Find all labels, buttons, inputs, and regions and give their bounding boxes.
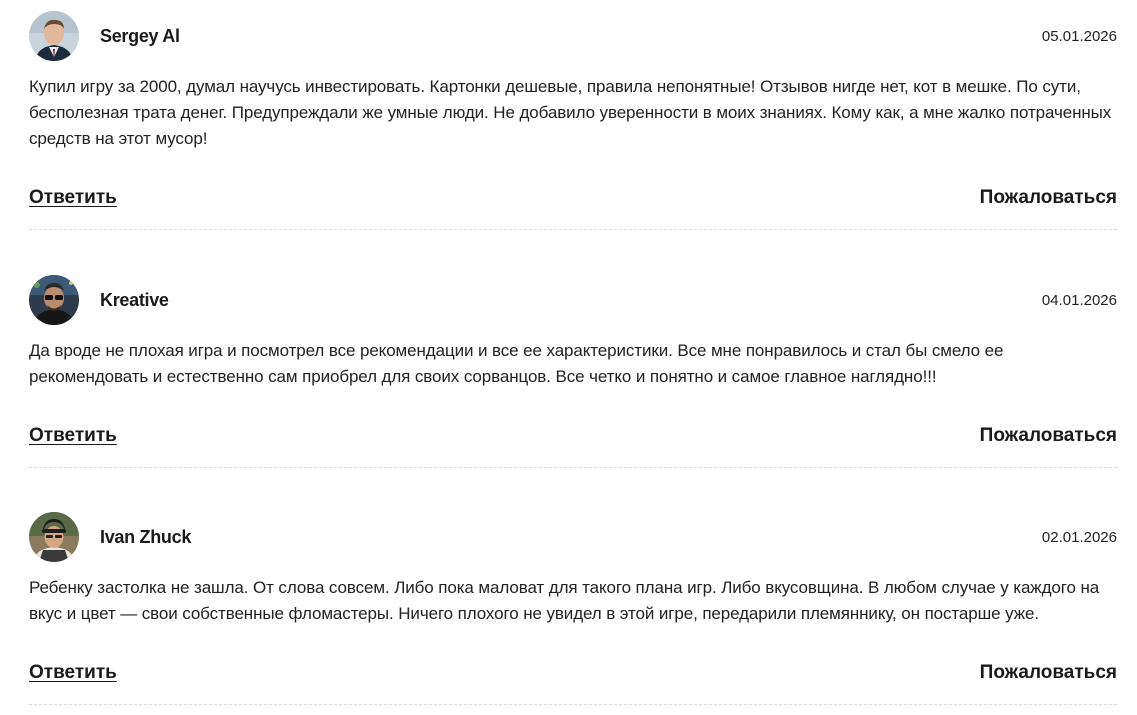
user-avatar[interactable] bbox=[29, 275, 79, 325]
review-header: Kreative 04.01.2026 bbox=[29, 275, 1117, 325]
user-avatar-photo-icon bbox=[29, 275, 79, 325]
review-date: 05.01.2026 bbox=[1041, 28, 1117, 45]
user-avatar-photo-icon bbox=[29, 11, 79, 61]
review-actions: Ответить Пожаловаться bbox=[29, 424, 1117, 448]
review-divider bbox=[29, 229, 1117, 230]
reply-link[interactable]: Ответить bbox=[29, 424, 117, 448]
user-avatar[interactable] bbox=[29, 11, 79, 61]
review-text: Купил игру за 2000, думал научусь инвест… bbox=[29, 77, 1112, 148]
reply-link[interactable]: Ответить bbox=[29, 186, 117, 210]
review-date: 04.01.2026 bbox=[1041, 292, 1117, 309]
review-item: Ivan Zhuck 02.01.2026 Ребенку застолка н… bbox=[29, 512, 1117, 707]
report-link[interactable]: Пожаловаться bbox=[980, 186, 1117, 210]
review-author: Ivan Zhuck bbox=[100, 527, 192, 547]
reply-link[interactable]: Ответить bbox=[29, 661, 117, 685]
review-header: Sergey Al 05.01.2026 bbox=[29, 11, 1117, 61]
review-header: Ivan Zhuck 02.01.2026 bbox=[29, 512, 1117, 562]
report-link[interactable]: Пожаловаться bbox=[980, 661, 1117, 685]
review-text: Да вроде не плохая игра и посмотрел все … bbox=[29, 341, 1004, 386]
user-avatar[interactable] bbox=[29, 512, 79, 562]
report-link[interactable]: Пожаловаться bbox=[980, 424, 1117, 448]
review-actions: Ответить Пожаловаться bbox=[29, 661, 1117, 685]
review-divider bbox=[29, 704, 1117, 705]
review-item: Sergey Al 05.01.2026 Купил игру за 2000,… bbox=[29, 11, 1117, 231]
review-actions: Ответить Пожаловаться bbox=[29, 186, 1117, 210]
review-item: Kreative 04.01.2026 Да вроде не плохая и… bbox=[29, 275, 1117, 470]
review-date: 02.01.2026 bbox=[1041, 529, 1117, 546]
review-text: Ребенку застолка не зашла. От слова совс… bbox=[29, 578, 1100, 623]
review-author: Sergey Al bbox=[100, 26, 180, 46]
review-author: Kreative bbox=[100, 290, 169, 310]
reviews-list: Sergey Al 05.01.2026 Купил игру за 2000,… bbox=[0, 0, 1137, 715]
user-avatar-photo-icon bbox=[29, 512, 79, 562]
review-divider bbox=[29, 467, 1117, 468]
